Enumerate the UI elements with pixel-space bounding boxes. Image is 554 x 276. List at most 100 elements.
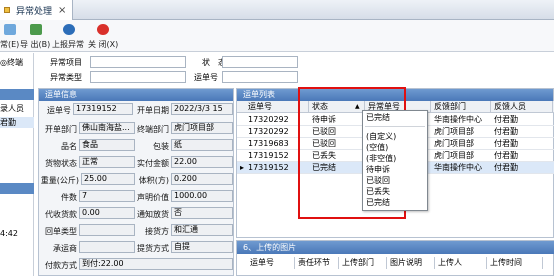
left-panel: ◎终端 录人员 君勤 4:42	[0, 53, 34, 276]
declared-value-value: 1000.00	[171, 190, 233, 202]
status-input[interactable]	[222, 56, 298, 68]
dropdown-item[interactable]: 待申诉	[363, 164, 427, 175]
cell-feedback-person: 付君勤	[494, 115, 518, 124]
dropdown-item[interactable]: (自定义)	[363, 131, 427, 142]
weight-label: 重量(公斤)	[40, 176, 79, 185]
dropdown-item[interactable]: (空值)	[363, 142, 427, 153]
filter-area: 异常项目 异常类型 状 态 运单号	[34, 53, 554, 86]
cod-value: 0.00	[79, 207, 135, 219]
column-feedback-dept[interactable]: 反馈部门	[431, 101, 491, 113]
image-column-header[interactable]: 图片说明	[387, 257, 435, 269]
image-column-header[interactable]: 运单号	[247, 257, 295, 269]
cell-waybill-no: 17319152	[248, 151, 289, 160]
cell-feedback-dept: 华南操作中心	[434, 163, 482, 172]
tab-close-icon[interactable]: ×	[58, 5, 66, 16]
packaging-value: 纸	[171, 139, 233, 151]
waybill-no-input[interactable]	[222, 71, 298, 83]
image-column-header[interactable]: 上传人	[435, 257, 487, 269]
toolbar-button-exception[interactable]: 常(E)	[0, 23, 20, 50]
packaging-label: 包装	[153, 142, 169, 151]
exception-icon	[4, 24, 16, 35]
dropdown-item[interactable]: 已完结	[363, 112, 427, 123]
title-bar: 异常处理 ×	[0, 0, 554, 20]
toolbar-button-close[interactable]: 关 闭(X)	[88, 23, 118, 50]
cell-waybill-no: 17319152	[248, 163, 289, 172]
exception-type-input[interactable]	[90, 71, 186, 83]
left-column-header: 录人员	[0, 104, 24, 113]
volume-value: 0.200	[171, 173, 233, 185]
payment-method-value: 到付:22.00	[79, 258, 233, 270]
product-label: 品名	[61, 142, 77, 151]
carrier-value	[79, 241, 135, 253]
status-filter-dropdown[interactable]: 已完结 (自定义) (空值) (非空值) 待申诉 已驳回 已丢失 已完结	[362, 110, 428, 211]
uploaded-image-header: 6、上传的图片	[237, 241, 554, 254]
image-column-header[interactable]: 责任环节	[295, 257, 339, 269]
toolbar-button-export[interactable]: 导 出(B)	[20, 23, 50, 50]
payment-method-label: 付款方式	[45, 261, 77, 270]
cell-feedback-person: 付君勤	[494, 163, 518, 172]
volume-label: 体积(方)	[138, 176, 169, 185]
waybill-info-panel: 运单信息 运单号 17319152 开单日期 2022/3/3 15 开单部门 …	[38, 88, 234, 276]
return-type-value	[79, 224, 135, 236]
exception-item-label: 异常项目	[50, 58, 82, 67]
export-icon	[30, 24, 42, 35]
actual-amount-label: 实付金额	[137, 159, 169, 168]
dropdown-item[interactable]: 已丢失	[363, 186, 427, 197]
open-dept-label: 开单部门	[45, 125, 77, 134]
notify-release-label: 通知放货	[137, 210, 169, 219]
receiver-label: 接货方	[145, 227, 169, 236]
exception-item-input[interactable]	[90, 56, 186, 68]
pieces-value: 7	[79, 190, 135, 202]
upload-icon	[63, 24, 75, 35]
power-icon	[97, 24, 109, 35]
cell-waybill-no: 17320292	[248, 115, 289, 124]
final-dept-value: 虎门项目部	[171, 122, 233, 134]
cell-feedback-dept: 虎门项目部	[434, 127, 474, 136]
toolbar-button-report-exception[interactable]: 上报异常	[52, 23, 86, 50]
weight-value: 25.00	[81, 173, 135, 185]
image-column-header[interactable]: 上传时间	[487, 257, 543, 269]
final-dept-label: 终端部门	[137, 125, 169, 134]
cell-feedback-dept: 虎门项目部	[434, 151, 474, 160]
cell-waybill-no: 17319683	[248, 139, 289, 148]
toolbar: 常(E) 导 出(B) 上报异常 关 闭(X)	[0, 20, 554, 52]
waybill-no-label: 运单号	[47, 106, 71, 115]
notify-release-value: 否	[171, 207, 233, 219]
carrier-label: 承运商	[53, 244, 77, 253]
open-date-value: 2022/3/3 15	[171, 103, 233, 115]
actual-amount-value: 22.00	[171, 156, 233, 168]
left-selected-value[interactable]: 君勤	[0, 117, 34, 128]
pickup-method-value: 自提	[171, 241, 233, 253]
cell-waybill-no: 17320292	[248, 127, 289, 136]
open-dept-value: 佛山南海盐...	[79, 122, 135, 134]
left-time: 4:42	[0, 229, 18, 238]
dropdown-separator	[365, 126, 425, 127]
waybill-info-header: 运单信息	[39, 89, 233, 101]
exception-type-label: 异常类型	[50, 73, 82, 82]
row-indicator-icon: ▸	[240, 163, 245, 172]
pickup-method-label: 提货方式	[137, 244, 169, 253]
column-feedback-person[interactable]: 反馈人员	[491, 101, 553, 113]
cargo-status-label: 货物状态	[45, 159, 77, 168]
return-type-label: 回单类型	[45, 227, 77, 236]
cell-feedback-person: 付君勤	[494, 127, 518, 136]
cod-label: 代收货款	[45, 210, 77, 219]
document-icon	[4, 7, 10, 13]
waybill-no-value: 17319152	[73, 103, 133, 115]
dropdown-item[interactable]: 已完结	[363, 197, 427, 208]
dropdown-item[interactable]: 已驳回	[363, 175, 427, 186]
cell-feedback-person: 付君勤	[494, 151, 518, 160]
uploaded-image-panel: 6、上传的图片 运单号 责任环节 上传部门 图片说明 上传人 上传时间	[236, 240, 554, 276]
tab-label: 异常处理	[16, 6, 53, 17]
tab-exception-handling[interactable]: 异常处理 ×	[0, 0, 74, 20]
waybill-no-label: 运单号	[194, 73, 218, 82]
cell-feedback-dept: 华南操作中心	[434, 115, 482, 124]
dropdown-item[interactable]: (非空值)	[363, 153, 427, 164]
image-column-header[interactable]: 上传部门	[339, 257, 387, 269]
cargo-status-value: 正常	[79, 156, 135, 168]
receiver-value: 和汇通	[171, 224, 233, 236]
left-panel-header-bar	[0, 89, 34, 100]
terminal-radio[interactable]: ◎终端	[0, 57, 23, 68]
cell-feedback-person: 付君勤	[494, 139, 518, 148]
left-panel-header-bar-2	[0, 183, 34, 194]
